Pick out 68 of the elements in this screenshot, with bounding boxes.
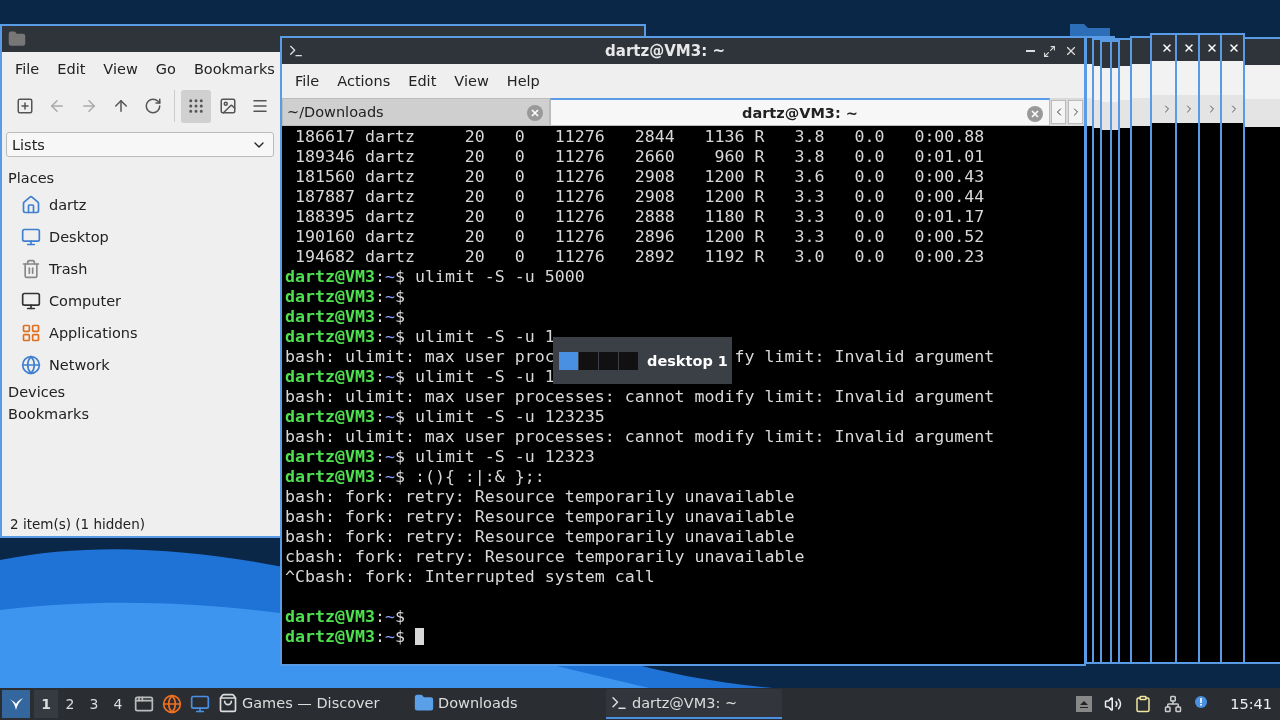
- close-icon: [1183, 42, 1195, 54]
- monitor-icon: [190, 694, 210, 714]
- clipboard-icon: [1134, 695, 1153, 713]
- maximize-icon: [1043, 44, 1056, 58]
- new-window-icon: [16, 97, 34, 115]
- volume-icon: [1104, 695, 1123, 713]
- reload-icon: [144, 97, 162, 115]
- close-icon: [1064, 44, 1078, 58]
- menu-item[interactable]: File: [6, 61, 49, 77]
- task-button[interactable]: Downloads: [410, 689, 606, 719]
- section-heading: Places: [8, 169, 56, 188]
- terminal-icon: [610, 694, 628, 712]
- window-title: dartz@VM3: ~: [604, 42, 726, 60]
- home-folder-icon: [21, 195, 41, 215]
- menu-item[interactable]: Help: [497, 73, 549, 89]
- network-icon: [1164, 695, 1183, 713]
- grid-view-icon: [187, 97, 205, 115]
- eject-icon: [1076, 696, 1093, 712]
- task-button[interactable]: Games — Discover: [214, 689, 410, 719]
- close-icon[interactable]: [527, 105, 543, 121]
- globe-icon: [162, 694, 182, 714]
- sidebar-item[interactable]: dartz: [8, 189, 270, 221]
- tab[interactable]: ~/Downloads: [282, 98, 550, 126]
- sidebar-item[interactable]: Trash: [8, 253, 270, 285]
- list-view-icon: [251, 97, 269, 115]
- menu-item[interactable]: Go: [146, 61, 185, 77]
- tab[interactable]: dartz@VM3: ~: [550, 98, 1050, 126]
- computer-icon: [21, 291, 41, 311]
- section-heading: Bookmarks: [8, 405, 90, 424]
- start-button[interactable]: [2, 690, 30, 718]
- close-icon: [1206, 42, 1218, 54]
- sidebar-item[interactable]: Computer: [8, 285, 270, 317]
- scroll-left-button[interactable]: [1051, 100, 1066, 124]
- desktop-button[interactable]: 3: [82, 690, 106, 718]
- menu-item[interactable]: Edit: [399, 73, 446, 89]
- close-icon: [1161, 42, 1173, 54]
- network-folder-icon: [21, 355, 41, 375]
- section-heading: Devices: [8, 383, 67, 402]
- desktop-label: desktop 1: [647, 352, 728, 369]
- arrow-right-icon: [80, 97, 98, 115]
- view-mode-button[interactable]: [181, 89, 211, 123]
- shopping-bag-icon: [218, 693, 238, 713]
- folder-icon: [8, 30, 26, 48]
- terminal-icon: [288, 43, 304, 59]
- desktop-button[interactable]: 2: [58, 690, 82, 718]
- menu-item[interactable]: File: [286, 73, 329, 89]
- menu-item[interactable]: Edit: [48, 61, 95, 77]
- scroll-right-button[interactable]: [1068, 100, 1083, 124]
- menu-item[interactable]: View: [94, 61, 147, 77]
- close-icon: [1228, 42, 1240, 54]
- view-select[interactable]: Lists: [6, 132, 274, 157]
- sidebar-item[interactable]: Applications: [8, 317, 270, 349]
- folder-icon: [414, 693, 434, 713]
- menu-item[interactable]: Actions: [328, 73, 400, 89]
- clock: 15:41: [1230, 696, 1272, 712]
- task-button[interactable]: dartz@VM3: ~: [606, 689, 782, 719]
- menu-item[interactable]: Bookmarks: [184, 61, 284, 77]
- monitor-icon: [21, 227, 41, 247]
- apps-grid-icon: [21, 323, 41, 343]
- sidebar-item[interactable]: Network: [8, 349, 270, 381]
- desktop-button[interactable]: 4: [106, 690, 130, 718]
- close-icon[interactable]: [1027, 106, 1043, 122]
- sidebar-item[interactable]: Desktop: [8, 221, 270, 253]
- trash-icon: [21, 259, 41, 279]
- menu-item[interactable]: View: [445, 73, 498, 89]
- desktop-button[interactable]: 1: [34, 690, 58, 718]
- status-text: 2 item(s) (1 hidden): [9, 516, 145, 534]
- image-view-icon: [219, 97, 237, 115]
